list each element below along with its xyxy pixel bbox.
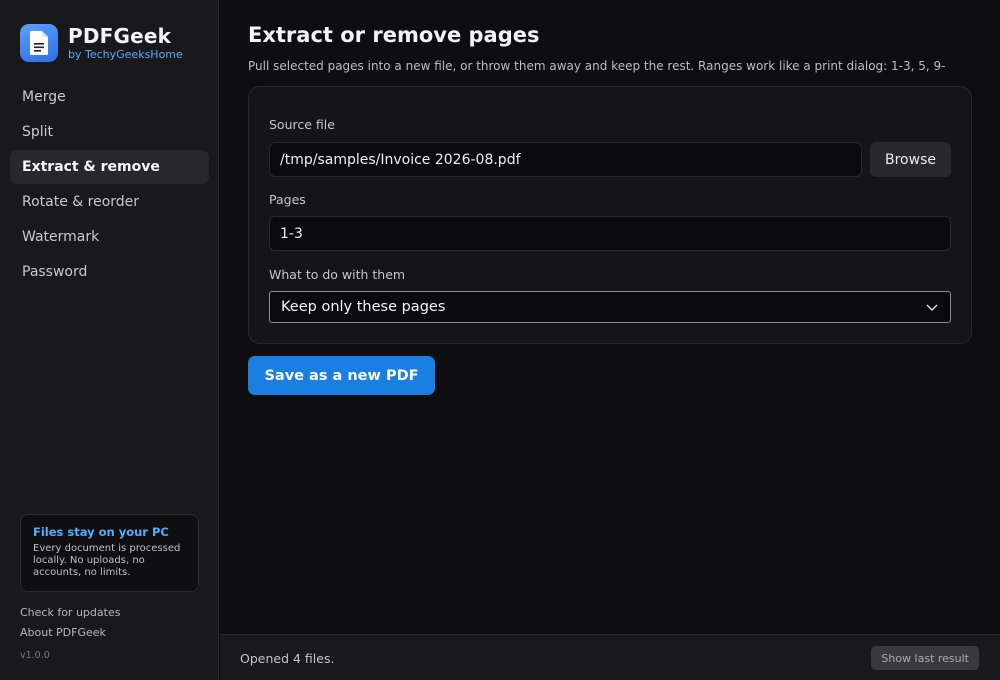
sidebar-item-watermark[interactable]: Watermark bbox=[10, 220, 209, 254]
about-link[interactable]: About PDFGeek bbox=[20, 626, 106, 639]
chevron-down-icon bbox=[926, 304, 938, 311]
sidebar-item-extract-remove[interactable]: Extract & remove bbox=[10, 150, 209, 184]
privacy-title: Files stay on your PC bbox=[33, 525, 169, 539]
sidebar: PDFGeek by TechyGeeksHome Merge Split Ex… bbox=[0, 0, 219, 680]
page-subtitle: Pull selected pages into a new file, or … bbox=[248, 59, 946, 73]
document-icon bbox=[20, 24, 58, 62]
browse-button[interactable]: Browse bbox=[870, 142, 951, 177]
brand: PDFGeek by TechyGeeksHome bbox=[20, 24, 183, 62]
app-name: PDFGeek bbox=[68, 23, 172, 48]
privacy-notice: Files stay on your PC Every document is … bbox=[20, 514, 199, 592]
sidebar-item-merge[interactable]: Merge bbox=[10, 80, 209, 114]
page-title: Extract or remove pages bbox=[248, 23, 540, 47]
sidebar-item-rotate-reorder[interactable]: Rotate & reorder bbox=[10, 185, 209, 219]
sidebar-nav: Merge Split Extract & remove Rotate & re… bbox=[10, 80, 209, 290]
source-file-input[interactable]: /tmp/samples/Invoice 2026-08.pdf bbox=[269, 142, 862, 177]
status-text: Opened 4 files. bbox=[240, 651, 335, 666]
main-panel: Extract or remove pages Pull selected pa… bbox=[220, 0, 1000, 634]
sidebar-item-split[interactable]: Split bbox=[10, 115, 209, 149]
action-label: What to do with them bbox=[269, 267, 406, 282]
status-bar: Opened 4 files. Show last result bbox=[220, 634, 1000, 680]
pages-label: Pages bbox=[269, 192, 306, 207]
app-byline: by TechyGeeksHome bbox=[68, 47, 183, 61]
sidebar-item-password[interactable]: Password bbox=[10, 255, 209, 289]
action-select[interactable]: Keep only these pages bbox=[269, 291, 951, 323]
source-file-label: Source file bbox=[269, 117, 335, 132]
privacy-body: Every document is processed locally. No … bbox=[33, 543, 181, 578]
version-label: v1.0.0 bbox=[20, 650, 50, 661]
action-select-value: Keep only these pages bbox=[281, 299, 446, 315]
options-card: Source file /tmp/samples/Invoice 2026-08… bbox=[248, 86, 972, 344]
pages-input[interactable]: 1-3 bbox=[269, 216, 951, 251]
save-new-pdf-button[interactable]: Save as a new PDF bbox=[248, 356, 435, 395]
show-last-result-button[interactable]: Show last result bbox=[871, 646, 979, 670]
check-updates-link[interactable]: Check for updates bbox=[20, 606, 120, 619]
